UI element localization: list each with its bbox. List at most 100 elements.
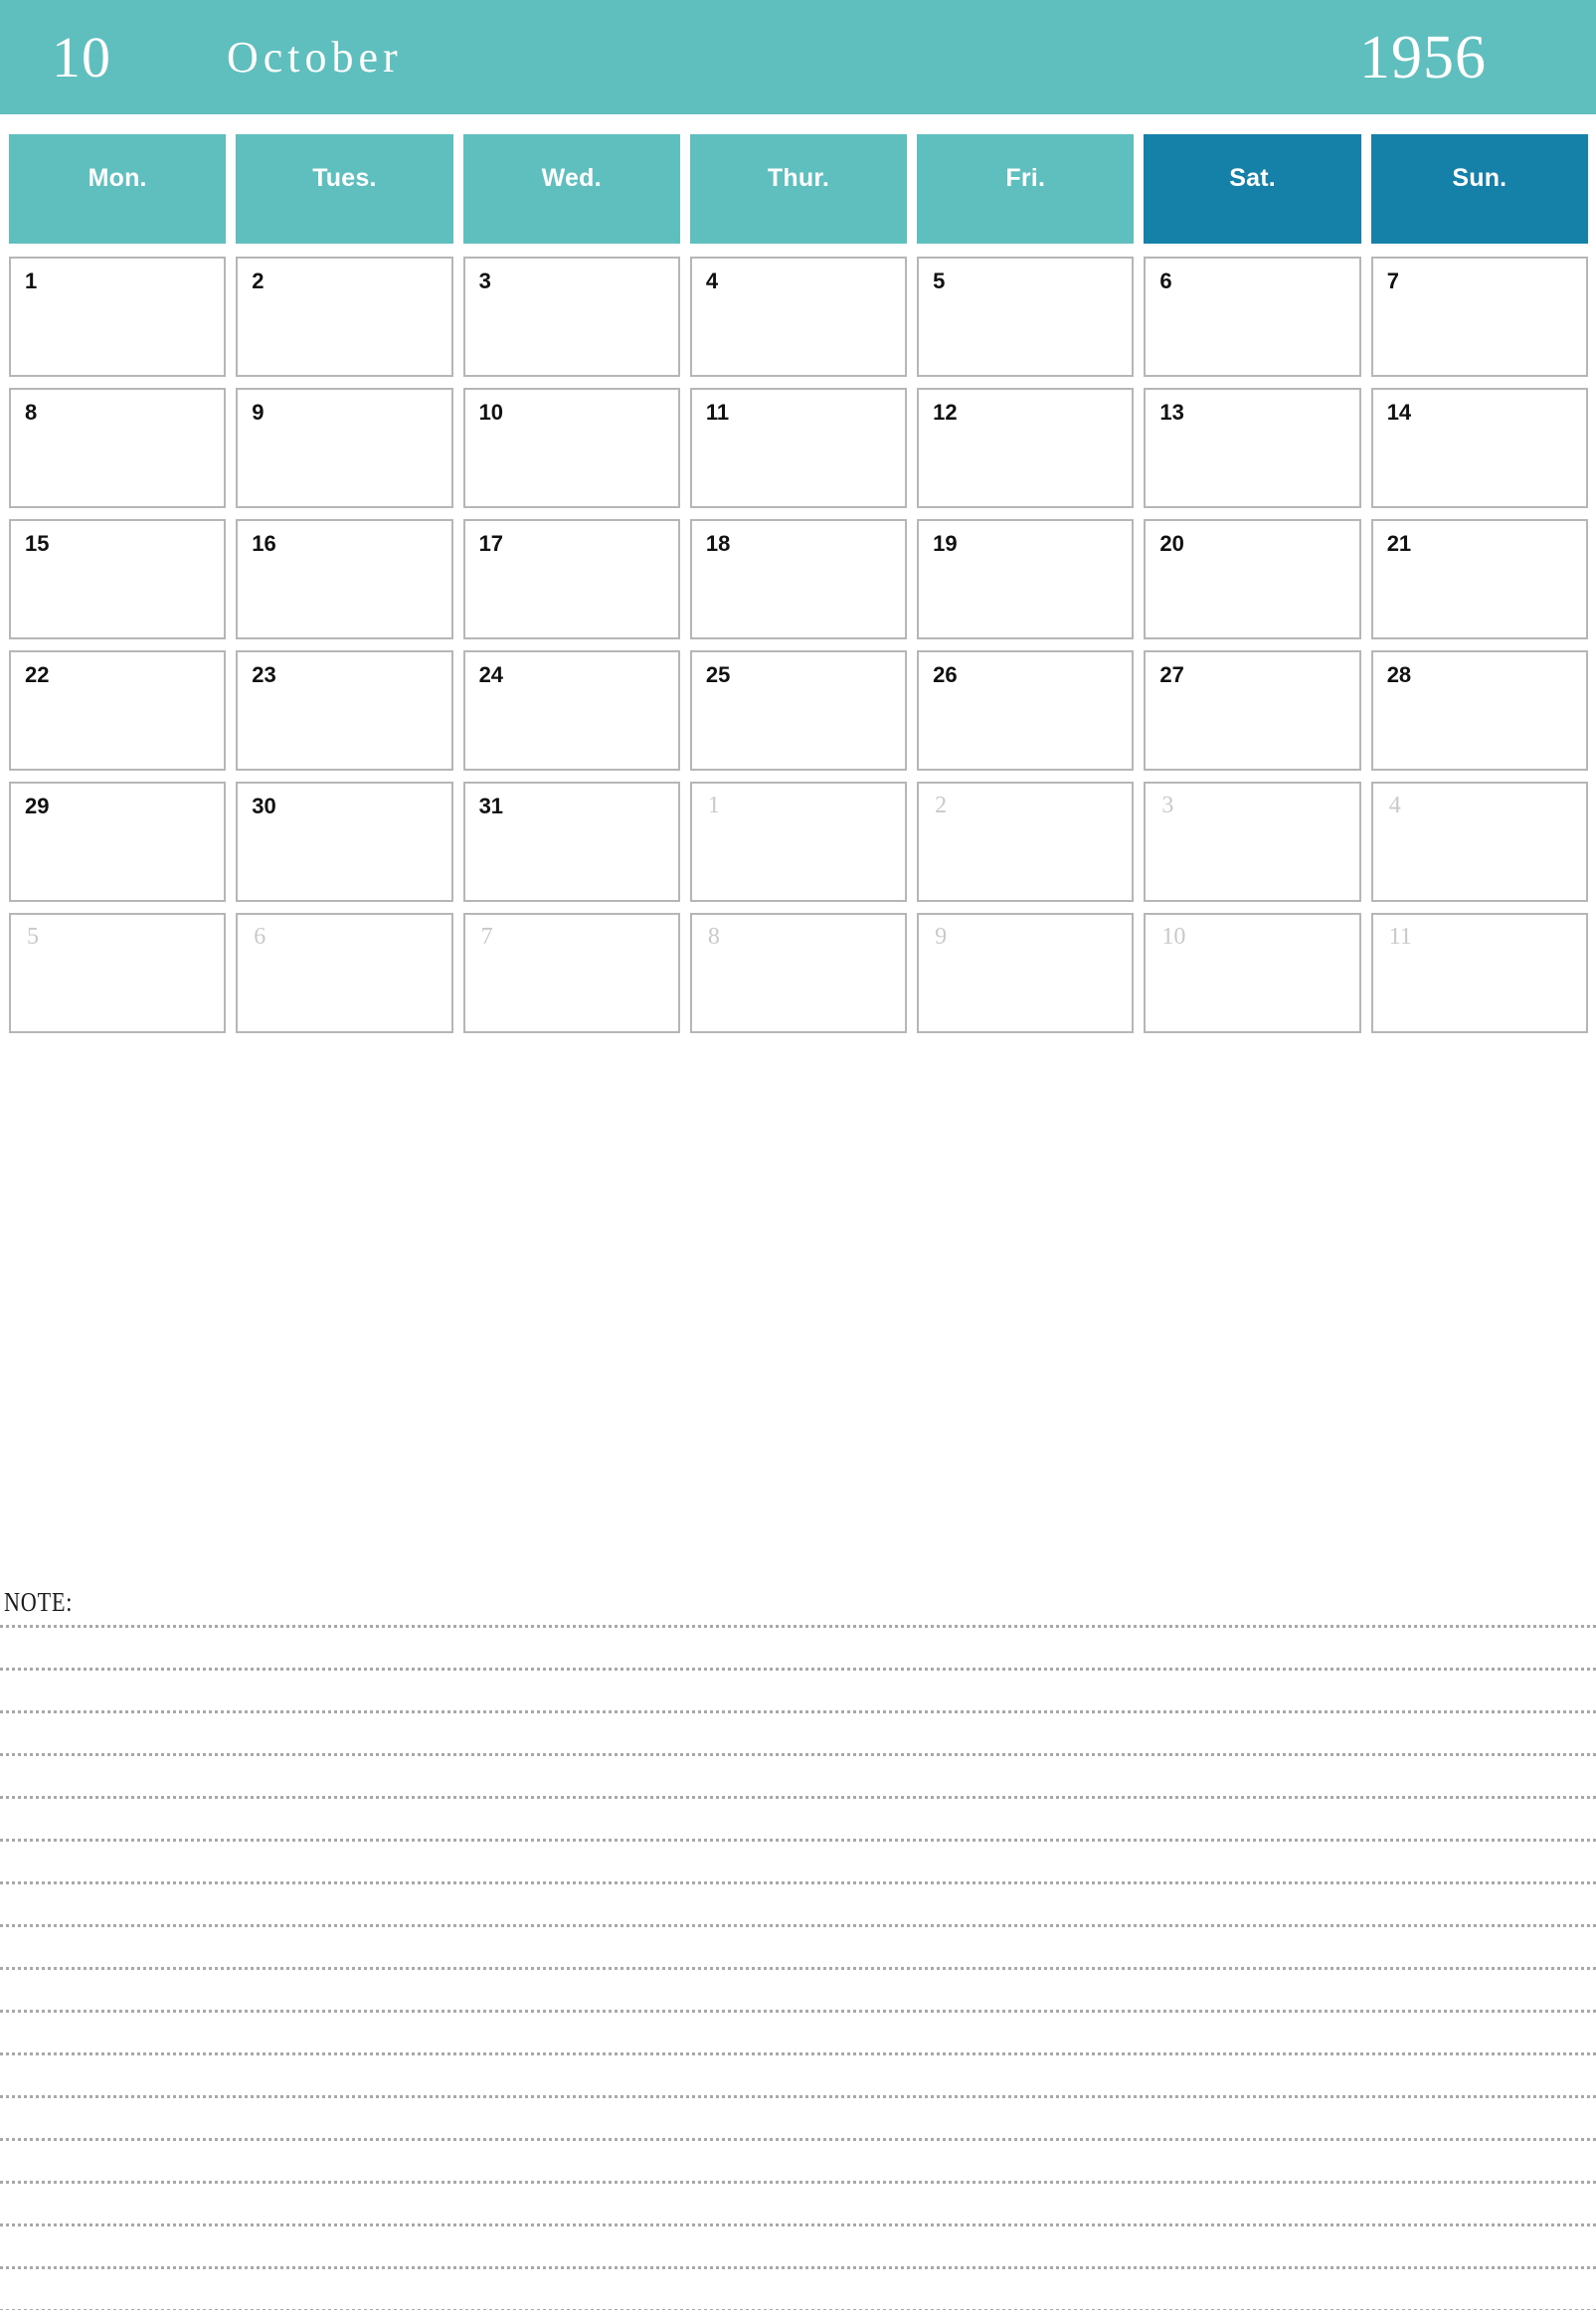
day-cell[interactable]: 11	[689, 388, 908, 508]
day-number: 11	[1388, 924, 1412, 950]
day-number: 11	[705, 400, 730, 425]
day-cell-adjacent-month[interactable]: 3	[1144, 782, 1361, 902]
weekday-header-wed: Wed.	[462, 134, 680, 244]
day-number: 14	[1386, 400, 1412, 425]
calendar-week-row: 5 6 7 8 9 10 11	[9, 913, 1588, 1033]
note-write-line[interactable]	[0, 1625, 1596, 1628]
day-number: 25	[705, 662, 731, 687]
day-cell[interactable]: 18	[689, 519, 908, 639]
note-write-line[interactable]	[0, 1668, 1596, 1671]
day-number: 31	[478, 794, 504, 818]
note-write-line[interactable]	[0, 1924, 1596, 1927]
day-number: 7	[1386, 268, 1399, 293]
day-number: 28	[1386, 662, 1412, 687]
day-cell[interactable]: 28	[1370, 650, 1588, 771]
day-cell[interactable]: 26	[917, 650, 1135, 771]
day-number: 22	[25, 662, 50, 687]
note-write-line[interactable]	[0, 2223, 1596, 2226]
day-number: 23	[252, 662, 276, 687]
day-number: 10	[478, 400, 504, 425]
day-number: 26	[933, 662, 958, 687]
day-cell-adjacent-month[interactable]: 6	[236, 913, 453, 1033]
note-write-line[interactable]	[0, 2266, 1596, 2269]
weekday-label: Thur.	[767, 164, 830, 192]
calendar-week-row: 8 9 10 11 12 13 14	[9, 388, 1588, 508]
weekday-label: Tues.	[312, 164, 377, 192]
note-write-line[interactable]	[0, 2138, 1596, 2141]
day-cell[interactable]: 5	[917, 257, 1135, 377]
day-number: 6	[254, 924, 266, 950]
day-cell[interactable]: 12	[917, 388, 1135, 508]
day-cell[interactable]: 8	[9, 388, 227, 508]
note-write-line[interactable]	[0, 2052, 1596, 2055]
day-number: 27	[1159, 662, 1184, 687]
note-write-line[interactable]	[0, 1881, 1596, 1884]
day-number: 12	[933, 400, 958, 425]
day-number: 5	[933, 268, 946, 293]
day-cell-adjacent-month[interactable]: 7	[462, 913, 680, 1033]
weekday-header-thur: Thur.	[689, 134, 908, 244]
day-cell-adjacent-month[interactable]: 4	[1370, 782, 1588, 902]
weekday-label: Wed.	[541, 164, 602, 192]
weekday-header-sun: Sun.	[1370, 134, 1588, 244]
day-number: 24	[478, 662, 504, 687]
day-cell[interactable]: 22	[9, 650, 227, 771]
day-number: 18	[705, 531, 731, 556]
day-cell[interactable]: 9	[236, 388, 453, 508]
day-number: 15	[25, 531, 50, 556]
calendar-week-row: 29 30 31 1 2 3 4	[9, 782, 1588, 902]
note-write-line[interactable]	[0, 1753, 1596, 1756]
day-cell[interactable]: 23	[236, 650, 453, 771]
day-cell[interactable]: 19	[917, 519, 1135, 639]
note-write-line[interactable]	[0, 2095, 1596, 2098]
day-cell[interactable]: 15	[9, 519, 227, 639]
day-number: 20	[1159, 531, 1184, 556]
day-cell-adjacent-month[interactable]: 11	[1370, 913, 1588, 1033]
day-cell[interactable]: 24	[462, 650, 680, 771]
day-cell-adjacent-month[interactable]: 2	[917, 782, 1135, 902]
day-cell-adjacent-month[interactable]: 9	[917, 913, 1135, 1033]
note-label: NOTE:	[4, 1587, 74, 1617]
day-cell[interactable]: 13	[1144, 388, 1361, 508]
day-cell[interactable]: 27	[1144, 650, 1361, 771]
calendar-week-row: 15 16 17 18 19 20 21	[9, 519, 1588, 639]
day-cell[interactable]: 30	[236, 782, 453, 902]
day-number: 3	[1161, 793, 1174, 818]
day-cell[interactable]: 29	[9, 782, 227, 902]
day-number: 6	[1159, 268, 1172, 293]
weekday-header-mon: Mon.	[9, 134, 227, 244]
day-number: 17	[478, 531, 504, 556]
note-write-line[interactable]	[0, 1796, 1596, 1799]
day-cell[interactable]: 16	[236, 519, 453, 639]
day-cell[interactable]: 1	[9, 257, 227, 377]
day-number: 4	[705, 268, 719, 293]
day-cell[interactable]: 7	[1370, 257, 1588, 377]
day-number: 9	[252, 400, 265, 425]
day-cell[interactable]: 6	[1144, 257, 1361, 377]
day-cell[interactable]: 4	[689, 257, 908, 377]
day-cell[interactable]: 21	[1370, 519, 1588, 639]
calendar-week-row: 1 2 3 4 5 6 7	[9, 257, 1588, 377]
note-write-line[interactable]	[0, 2010, 1596, 2013]
day-cell[interactable]: 3	[462, 257, 680, 377]
day-cell[interactable]: 25	[689, 650, 908, 771]
day-cell[interactable]: 17	[462, 519, 680, 639]
calendar-title-bar: 10 October 1956	[0, 0, 1596, 114]
weekday-header-sat: Sat.	[1144, 134, 1361, 244]
note-write-line[interactable]	[0, 2181, 1596, 2184]
day-cell-adjacent-month[interactable]: 10	[1144, 913, 1361, 1033]
day-cell-adjacent-month[interactable]: 1	[689, 782, 908, 902]
note-write-line[interactable]	[0, 1710, 1596, 1713]
note-write-line[interactable]	[0, 1839, 1596, 1842]
note-write-line[interactable]	[0, 1967, 1596, 1970]
day-cell-adjacent-month[interactable]: 8	[689, 913, 908, 1033]
weekday-label: Sun.	[1452, 164, 1507, 192]
day-cell[interactable]: 14	[1370, 388, 1588, 508]
day-number: 21	[1386, 531, 1412, 556]
day-cell[interactable]: 2	[236, 257, 453, 377]
day-cell-adjacent-month[interactable]: 5	[9, 913, 227, 1033]
day-cell[interactable]: 20	[1144, 519, 1361, 639]
day-cell[interactable]: 10	[462, 388, 680, 508]
day-number: 8	[707, 924, 720, 950]
day-cell[interactable]: 31	[462, 782, 680, 902]
